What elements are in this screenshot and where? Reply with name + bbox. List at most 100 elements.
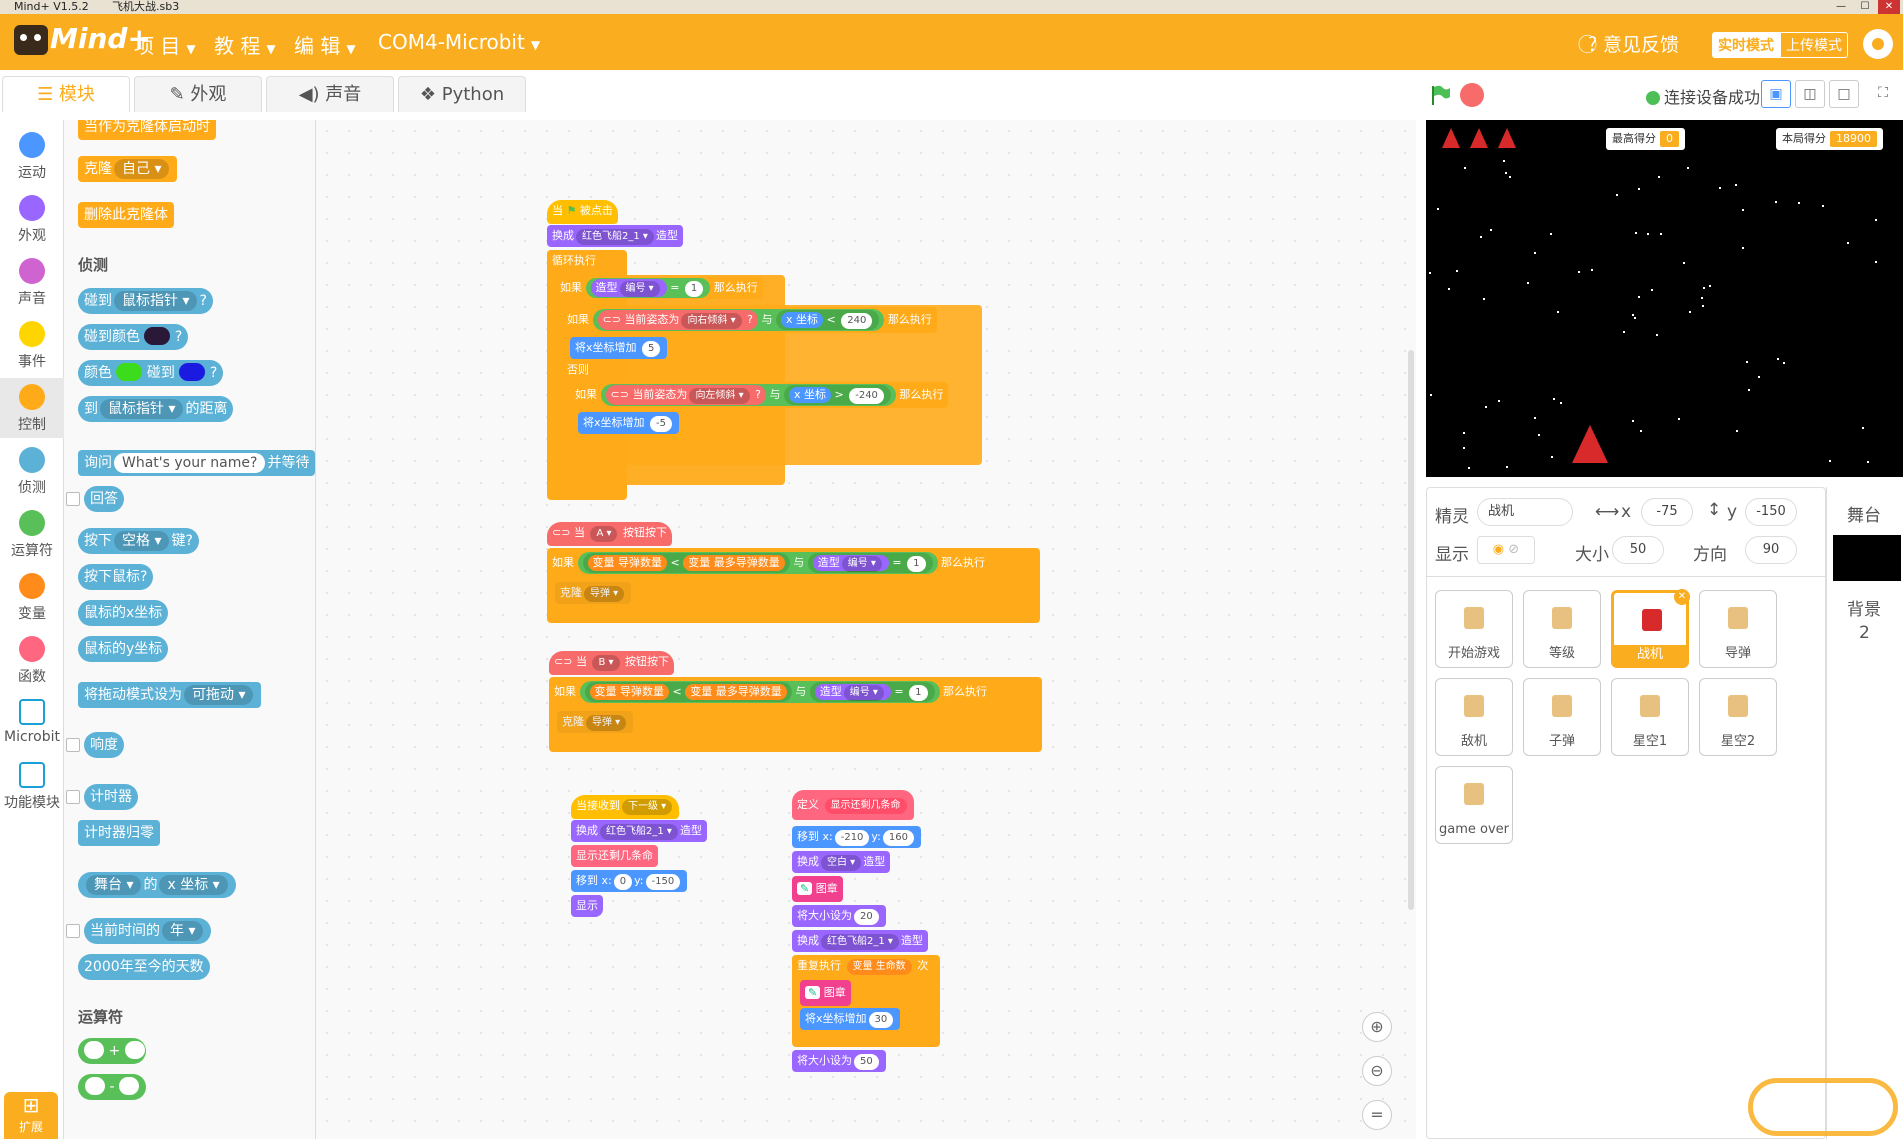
block-set-size[interactable]: 将大小设为 50 <box>792 1050 886 1072</box>
block-change-x[interactable]: 将x坐标增加 -5 <box>578 412 679 434</box>
size-input[interactable]: 50 <box>1612 536 1664 564</box>
block-ask[interactable]: 询问 What's your name? 并等待 <box>78 450 315 476</box>
block-touching[interactable]: 碰到 鼠标指针 ▾? <box>78 288 213 314</box>
category-3[interactable]: 事件 <box>0 315 64 375</box>
operand-slot[interactable] <box>118 1077 139 1095</box>
block-call-show-lives[interactable]: 显示还剩几条命 <box>571 845 658 867</box>
operand-slot[interactable] <box>124 1041 145 1059</box>
tilt-dropdown[interactable]: 向右倾斜 ▾ <box>681 313 742 329</box>
block-answer[interactable]: 回答 <box>84 486 124 512</box>
block-delete-clone[interactable]: 删除此克隆体 <box>78 202 174 228</box>
sprite-tile[interactable]: 等级 <box>1523 590 1601 668</box>
ask-input[interactable]: What's your name? <box>114 453 266 473</box>
timer-checkbox[interactable] <box>66 790 80 804</box>
block-when-receive[interactable]: 当接收到 下一级 ▾ <box>571 795 680 819</box>
answer-checkbox[interactable] <box>66 492 80 506</box>
menu-device[interactable]: COM4-Microbit ▼ <box>378 30 540 54</box>
value-input[interactable]: -5 <box>650 416 672 432</box>
block-repeat[interactable]: 重复执行 变量 生命数 次 <box>792 955 934 977</box>
less-than-operator[interactable]: 变量 导弹数量 < 变量 最多导弹数量 <box>582 553 790 573</box>
num-dropdown[interactable]: 编号 ▾ <box>843 685 884 701</box>
menu-project[interactable]: 项 目 ▼ <box>134 30 196 59</box>
loudness-checkbox[interactable] <box>66 738 80 752</box>
time-unit-dropdown[interactable]: 年 ▾ <box>162 921 204 941</box>
color-swatch[interactable] <box>116 363 143 381</box>
equals-operator[interactable]: 造型 编号 ▾ = 1 <box>807 553 933 573</box>
sprite-tile[interactable]: game over <box>1435 766 1513 844</box>
block-when-flag-clicked[interactable]: 当 ⚑ 被点击 <box>547 200 618 224</box>
block-switch-costume[interactable]: 换成 红色飞船2_1 ▾ 造型 <box>792 930 928 952</box>
button-dropdown[interactable]: B ▾ <box>592 655 620 671</box>
block-add[interactable]: + <box>78 1038 146 1064</box>
x-position-reporter[interactable]: x 坐标 <box>788 387 831 403</box>
stage-thumbnail[interactable] <box>1833 535 1901 581</box>
block-show[interactable]: 显示 <box>571 895 603 917</box>
distance-dropdown[interactable]: 鼠标指针 ▾ <box>100 399 184 419</box>
block-distance-to[interactable]: 到鼠标指针 ▾ 的距离 <box>78 396 234 422</box>
y-input[interactable]: -150 <box>645 874 681 890</box>
block-when-button-b[interactable]: ⊂⊃ 当 B ▾ 按钮按下 <box>549 651 675 675</box>
costume-dropdown[interactable]: 空白 ▾ <box>821 855 862 871</box>
block-set-drag-mode[interactable]: 将拖动模式设为 可拖动 ▾ <box>78 682 262 708</box>
eye-icon[interactable]: ◉ <box>1493 542 1504 557</box>
block-mouse-down[interactable]: 按下鼠标? <box>78 564 154 590</box>
category-4[interactable]: 控制 <box>0 378 64 438</box>
num-dropdown[interactable]: 编号 ▾ <box>619 281 660 297</box>
costume-dropdown[interactable]: 红色飞船2_1 ▾ <box>576 229 654 245</box>
sprite-tile[interactable]: 战机 ✕ <box>1611 589 1690 668</box>
x-position-reporter[interactable]: x 坐标 <box>780 312 823 328</box>
value-input[interactable]: 1 <box>907 556 926 572</box>
costume-dropdown[interactable]: 红色飞船2_1 ▾ <box>821 934 899 950</box>
sprite-tile[interactable]: 开始游戏 <box>1435 590 1513 668</box>
block-change-x[interactable]: 将x坐标增加 5 <box>570 337 668 359</box>
zoom-in-icon[interactable]: ⊕ <box>1362 1012 1392 1042</box>
equals-operator[interactable]: 造型 编号 ▾ = 1 <box>809 682 935 702</box>
workspace-scrollbar[interactable] <box>1408 350 1414 910</box>
category-1[interactable]: 外观 <box>0 189 64 249</box>
block-create-clone[interactable]: 克隆 导弹 ▾ <box>557 711 634 733</box>
green-flag-icon[interactable] <box>1430 84 1452 106</box>
eye-off-icon[interactable]: ⊘ <box>1508 542 1519 557</box>
block-switch-costume[interactable]: 换成 红色飞船2_1 ▾ 造型 <box>547 225 683 247</box>
sprite-tile[interactable]: 敌机 <box>1435 678 1513 756</box>
and-operator[interactable]: 变量 导弹数量 < 变量 最多导弹数量 与 造型 编号 ▾ = 1 <box>577 552 938 574</box>
block-create-clone[interactable]: 克隆 自己 ▾ <box>78 156 178 182</box>
category-9[interactable]: Microbit <box>0 693 64 753</box>
property-dropdown[interactable]: x 坐标 ▾ <box>159 875 228 895</box>
upload-mode-button[interactable]: 上传模式 <box>1780 32 1848 58</box>
drag-mode-dropdown[interactable]: 可拖动 ▾ <box>184 685 254 705</box>
tab-python[interactable]: ❖ Python <box>398 76 526 112</box>
category-8[interactable]: 函数 <box>0 630 64 690</box>
value-input[interactable]: 1 <box>909 685 928 701</box>
zoom-reset-icon[interactable]: = <box>1362 1100 1392 1130</box>
block-set-size[interactable]: 将大小设为 20 <box>792 905 886 927</box>
x-input[interactable]: -75 <box>1641 498 1693 526</box>
block-create-clone[interactable]: 克隆 导弹 ▾ <box>555 582 632 604</box>
size-input[interactable]: 50 <box>854 1054 879 1070</box>
costume-number-reporter[interactable]: 造型 编号 ▾ <box>590 279 667 297</box>
maximize-icon[interactable]: ☐ <box>1854 0 1876 14</box>
button-dropdown[interactable]: A ▾ <box>590 526 618 542</box>
block-timer[interactable]: 计时器 <box>84 784 138 810</box>
sprite-tile[interactable]: 导弹 <box>1699 590 1777 668</box>
gear-icon[interactable] <box>1863 29 1893 59</box>
sprite-tile[interactable]: 星空2 <box>1699 678 1777 756</box>
block-define[interactable]: 定义 显示还剩几条命 <box>792 790 914 820</box>
category-2[interactable]: 声音 <box>0 252 64 312</box>
touching-dropdown[interactable]: 鼠标指针 ▾ <box>114 291 198 311</box>
variable-reporter[interactable]: 变量 生命数 <box>846 959 912 975</box>
block-forever[interactable]: 循环执行 <box>547 250 601 272</box>
category-0[interactable]: 运动 <box>0 126 64 186</box>
value-input[interactable]: -240 <box>849 388 884 404</box>
block-if-costume[interactable]: 如果 造型 编号 ▾ = 1 那么执行 <box>555 277 763 299</box>
clone-dropdown[interactable]: 导弹 ▾ <box>584 586 625 602</box>
zoom-out-icon[interactable]: ⊖ <box>1362 1056 1392 1086</box>
block-stamp[interactable]: ✎ 图章 <box>792 876 843 902</box>
x-input[interactable]: 0 <box>613 874 633 890</box>
block-switch-costume[interactable]: 换成 空白 ▾ 造型 <box>792 851 891 873</box>
block-stamp[interactable]: ✎ 图章 <box>800 980 851 1006</box>
num-dropdown[interactable]: 编号 ▾ <box>841 556 882 572</box>
equals-operator[interactable]: 造型 编号 ▾ = 1 <box>585 278 711 298</box>
feedback-link[interactable]: ?⃝ 意见反馈 <box>1588 30 1679 57</box>
tilt-reporter[interactable]: ⊂⊃ 当前姿态为 向右倾斜 ▾ ? <box>597 310 758 330</box>
